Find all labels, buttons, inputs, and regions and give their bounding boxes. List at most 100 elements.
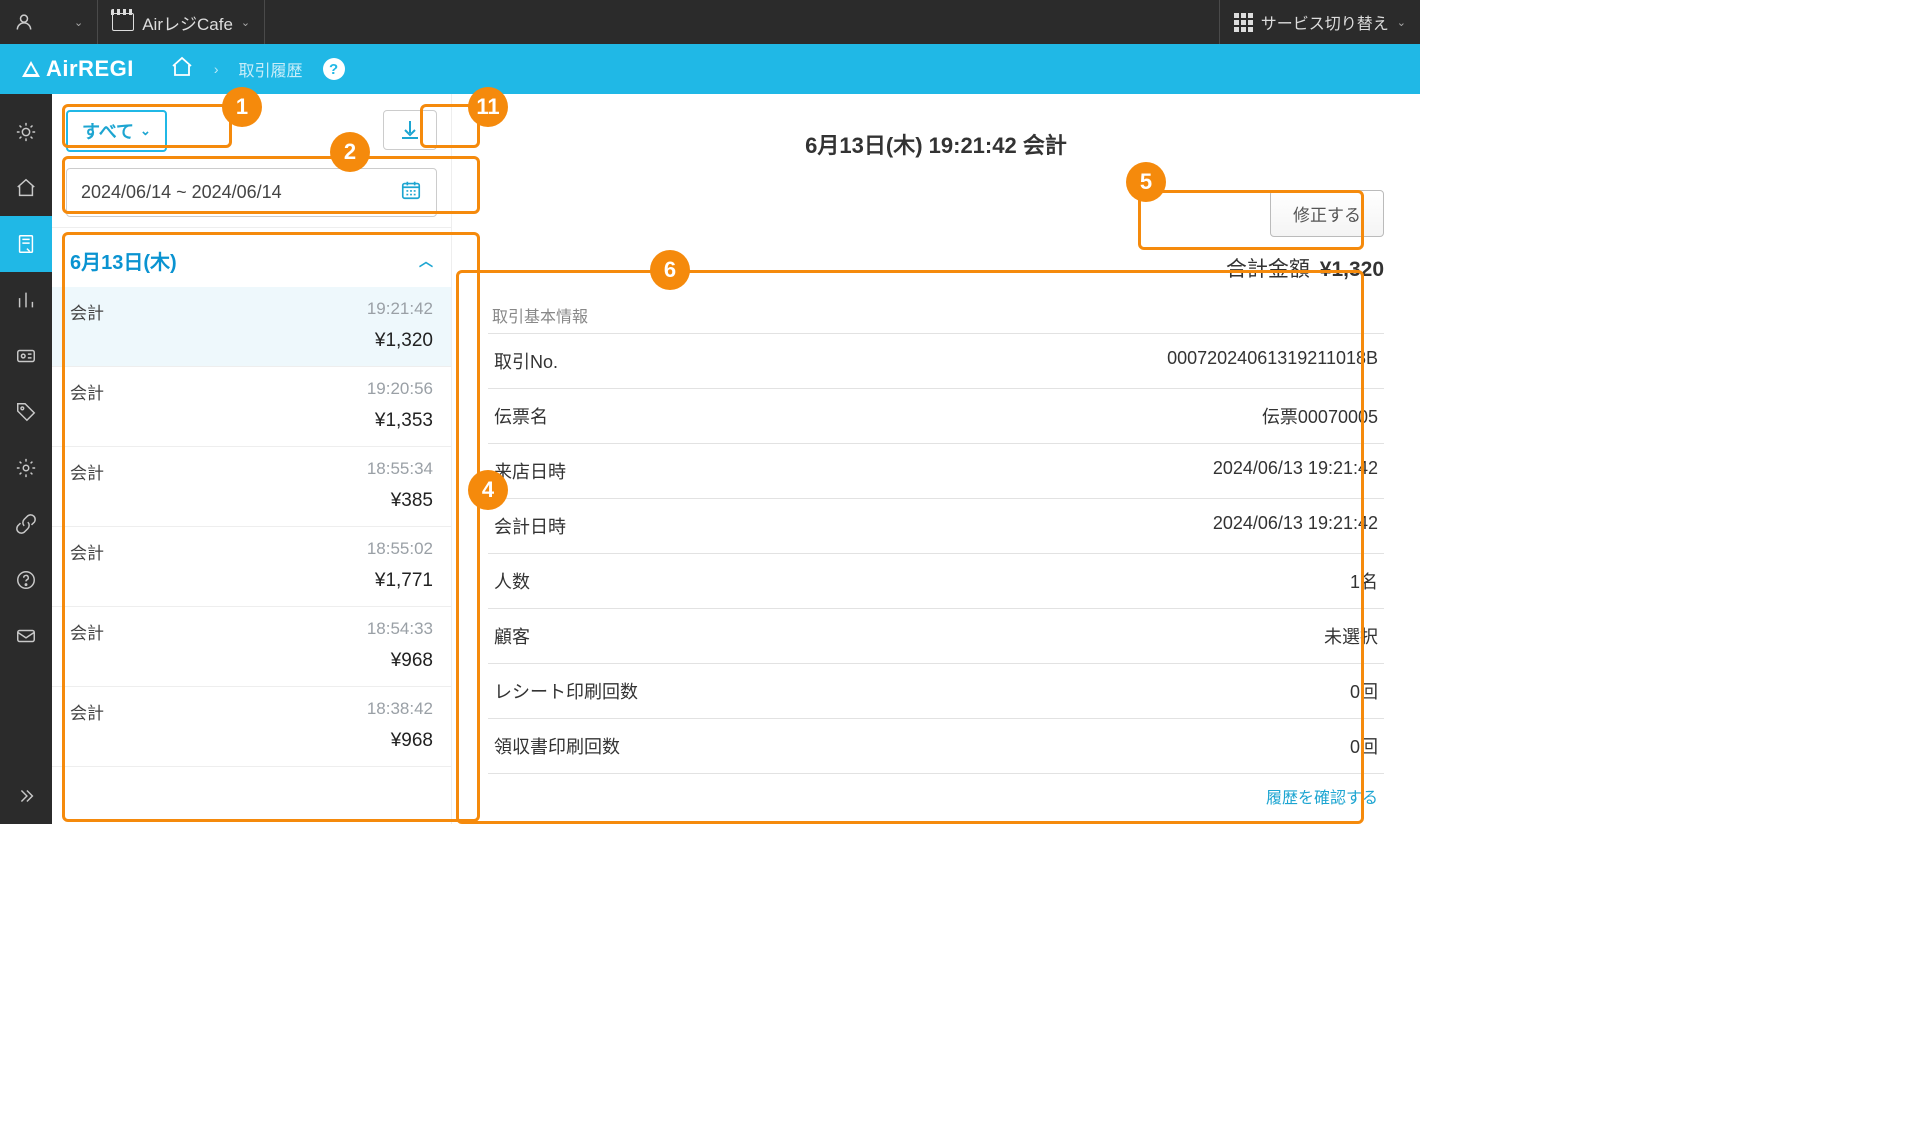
rail-item-help[interactable] (0, 552, 52, 608)
date-group-header[interactable]: 6月13日(木) ︿ (52, 227, 451, 287)
detail-row-label: 会計日時 (494, 513, 566, 539)
callout-6: 6 (650, 250, 690, 290)
transaction-amount: ¥968 (70, 730, 433, 752)
left-rail (0, 94, 52, 824)
total-amount: ¥1,320 (1320, 258, 1384, 281)
sun-icon (15, 121, 37, 143)
breadcrumb-current: 取引履歴 (239, 57, 303, 81)
transaction-type: 会計 (70, 459, 104, 484)
date-group-label: 6月13日(木) (70, 246, 177, 275)
transaction-item[interactable]: 会計 18:55:02 ¥1,771 (52, 527, 451, 607)
date-range-picker[interactable]: 2024/06/14 ~ 2024/06/14 (66, 168, 437, 217)
store-icon (112, 13, 134, 31)
rail-item-dashboard[interactable] (0, 104, 52, 160)
transaction-type: 会計 (70, 379, 104, 404)
rail-item-tags[interactable] (0, 384, 52, 440)
date-range-text: 2024/06/14 ~ 2024/06/14 (81, 182, 282, 203)
rail-item-home[interactable] (0, 160, 52, 216)
service-switch-label: サービス切り替え (1261, 10, 1389, 34)
transaction-item[interactable]: 会計 19:20:56 ¥1,353 (52, 367, 451, 447)
tag-icon (15, 401, 37, 423)
callout-4: 4 (468, 470, 508, 510)
bar-chart-icon (15, 289, 37, 311)
rail-item-analytics[interactable] (0, 272, 52, 328)
help-icon[interactable]: ? (323, 58, 345, 80)
detail-row-value: 0回 (1350, 733, 1378, 759)
detail-row-value: 2024/06/13 19:21:42 (1213, 513, 1378, 539)
callout-2: 2 (330, 132, 370, 172)
link-icon (15, 513, 37, 535)
transaction-list: 会計 19:21:42 ¥1,320 会計 19:20:56 ¥1,353 会計… (52, 287, 451, 767)
detail-row-label: 取引No. (494, 348, 558, 374)
transaction-time: 18:54:33 (367, 619, 433, 644)
transaction-amount: ¥385 (70, 490, 433, 512)
transaction-time: 18:38:42 (367, 699, 433, 724)
transaction-item[interactable]: 会計 18:55:34 ¥385 (52, 447, 451, 527)
transaction-time: 19:21:42 (367, 299, 433, 324)
transaction-item[interactable]: 会計 18:54:33 ¥968 (52, 607, 451, 687)
total-line: 合計金額 ¥1,320 (488, 253, 1384, 283)
breadcrumb-sep: › (214, 61, 219, 77)
transaction-type: 会計 (70, 299, 104, 324)
detail-info-row: 取引No. 00072024061319211018B (488, 334, 1384, 389)
brand-text: AirREGI (46, 56, 134, 82)
rail-item-mail[interactable] (0, 608, 52, 664)
transaction-type: 会計 (70, 699, 104, 724)
transaction-item[interactable]: 会計 19:21:42 ¥1,320 (52, 287, 451, 367)
top-header: ⌄ AirレジCafe ⌄ サービス切り替え ⌄ (0, 0, 1420, 44)
edit-button[interactable]: 修正する (1270, 190, 1384, 237)
chevron-down-icon: ⌄ (74, 16, 83, 29)
rail-item-settings[interactable] (0, 440, 52, 496)
home-link[interactable] (170, 55, 194, 84)
filter-all-button[interactable]: すべて ⌄ (66, 110, 167, 152)
detail-info-row: 人数 1名 (488, 554, 1384, 609)
user-icon (14, 12, 34, 32)
chevron-down-icon: ⌄ (140, 123, 151, 139)
mail-icon (15, 625, 37, 647)
rail-item-transactions[interactable] (0, 216, 52, 272)
chevron-down-icon: ⌄ (241, 16, 250, 29)
blue-nav-bar: AirREGI › 取引履歴 ? (0, 44, 1420, 94)
transaction-time: 19:20:56 (367, 379, 433, 404)
transaction-type: 会計 (70, 619, 104, 644)
rail-item-customers[interactable] (0, 328, 52, 384)
store-menu[interactable]: AirレジCafe ⌄ (98, 0, 265, 44)
transaction-time: 18:55:34 (367, 459, 433, 484)
detail-info-table: 取引No. 00072024061319211018B 伝票名 伝票000700… (488, 333, 1384, 774)
transaction-detail-panel: 6月13日(木) 19:21:42 会計 修正する 合計金額 ¥1,320 取引… (452, 94, 1420, 824)
filter-all-label: すべて (82, 118, 134, 144)
chevrons-right-icon (15, 785, 37, 807)
service-switch[interactable]: サービス切り替え ⌄ (1219, 0, 1420, 44)
detail-row-label: 伝票名 (494, 403, 548, 429)
calendar-icon (400, 179, 422, 206)
transaction-amount: ¥1,353 (70, 410, 433, 432)
total-label: 合計金額 (1226, 258, 1310, 281)
detail-info-row: 領収書印刷回数 0回 (488, 719, 1384, 774)
detail-row-label: レシート印刷回数 (494, 678, 638, 704)
id-card-icon (15, 345, 37, 367)
rail-item-expand[interactable] (0, 768, 52, 824)
detail-row-value: 未選択 (1324, 623, 1378, 649)
detail-row-value: 0回 (1350, 678, 1378, 704)
user-menu[interactable]: ⌄ (0, 0, 98, 44)
detail-row-value: 2024/06/13 19:21:42 (1213, 458, 1378, 484)
detail-info-row: レシート印刷回数 0回 (488, 664, 1384, 719)
detail-info-row: 来店日時 2024/06/13 19:21:42 (488, 444, 1384, 499)
help-circle-icon (15, 569, 37, 591)
detail-title: 6月13日(木) 19:21:42 会計 (488, 128, 1384, 160)
history-link[interactable]: 履歴を確認する (488, 774, 1384, 808)
download-button[interactable] (383, 110, 437, 150)
transaction-time: 18:55:02 (367, 539, 433, 564)
download-icon (398, 118, 422, 142)
detail-row-label: 領収書印刷回数 (494, 733, 620, 759)
chevron-up-icon: ︿ (419, 251, 433, 271)
brand-logo[interactable]: AirREGI (22, 56, 134, 82)
transaction-item[interactable]: 会計 18:38:42 ¥968 (52, 687, 451, 767)
detail-row-label: 顧客 (494, 623, 530, 649)
callout-5: 5 (1126, 162, 1166, 202)
logo-icon (22, 61, 40, 77)
detail-info-row: 顧客 未選択 (488, 609, 1384, 664)
rail-item-link[interactable] (0, 496, 52, 552)
chevron-down-icon: ⌄ (1397, 16, 1406, 29)
gear-icon (15, 457, 37, 479)
